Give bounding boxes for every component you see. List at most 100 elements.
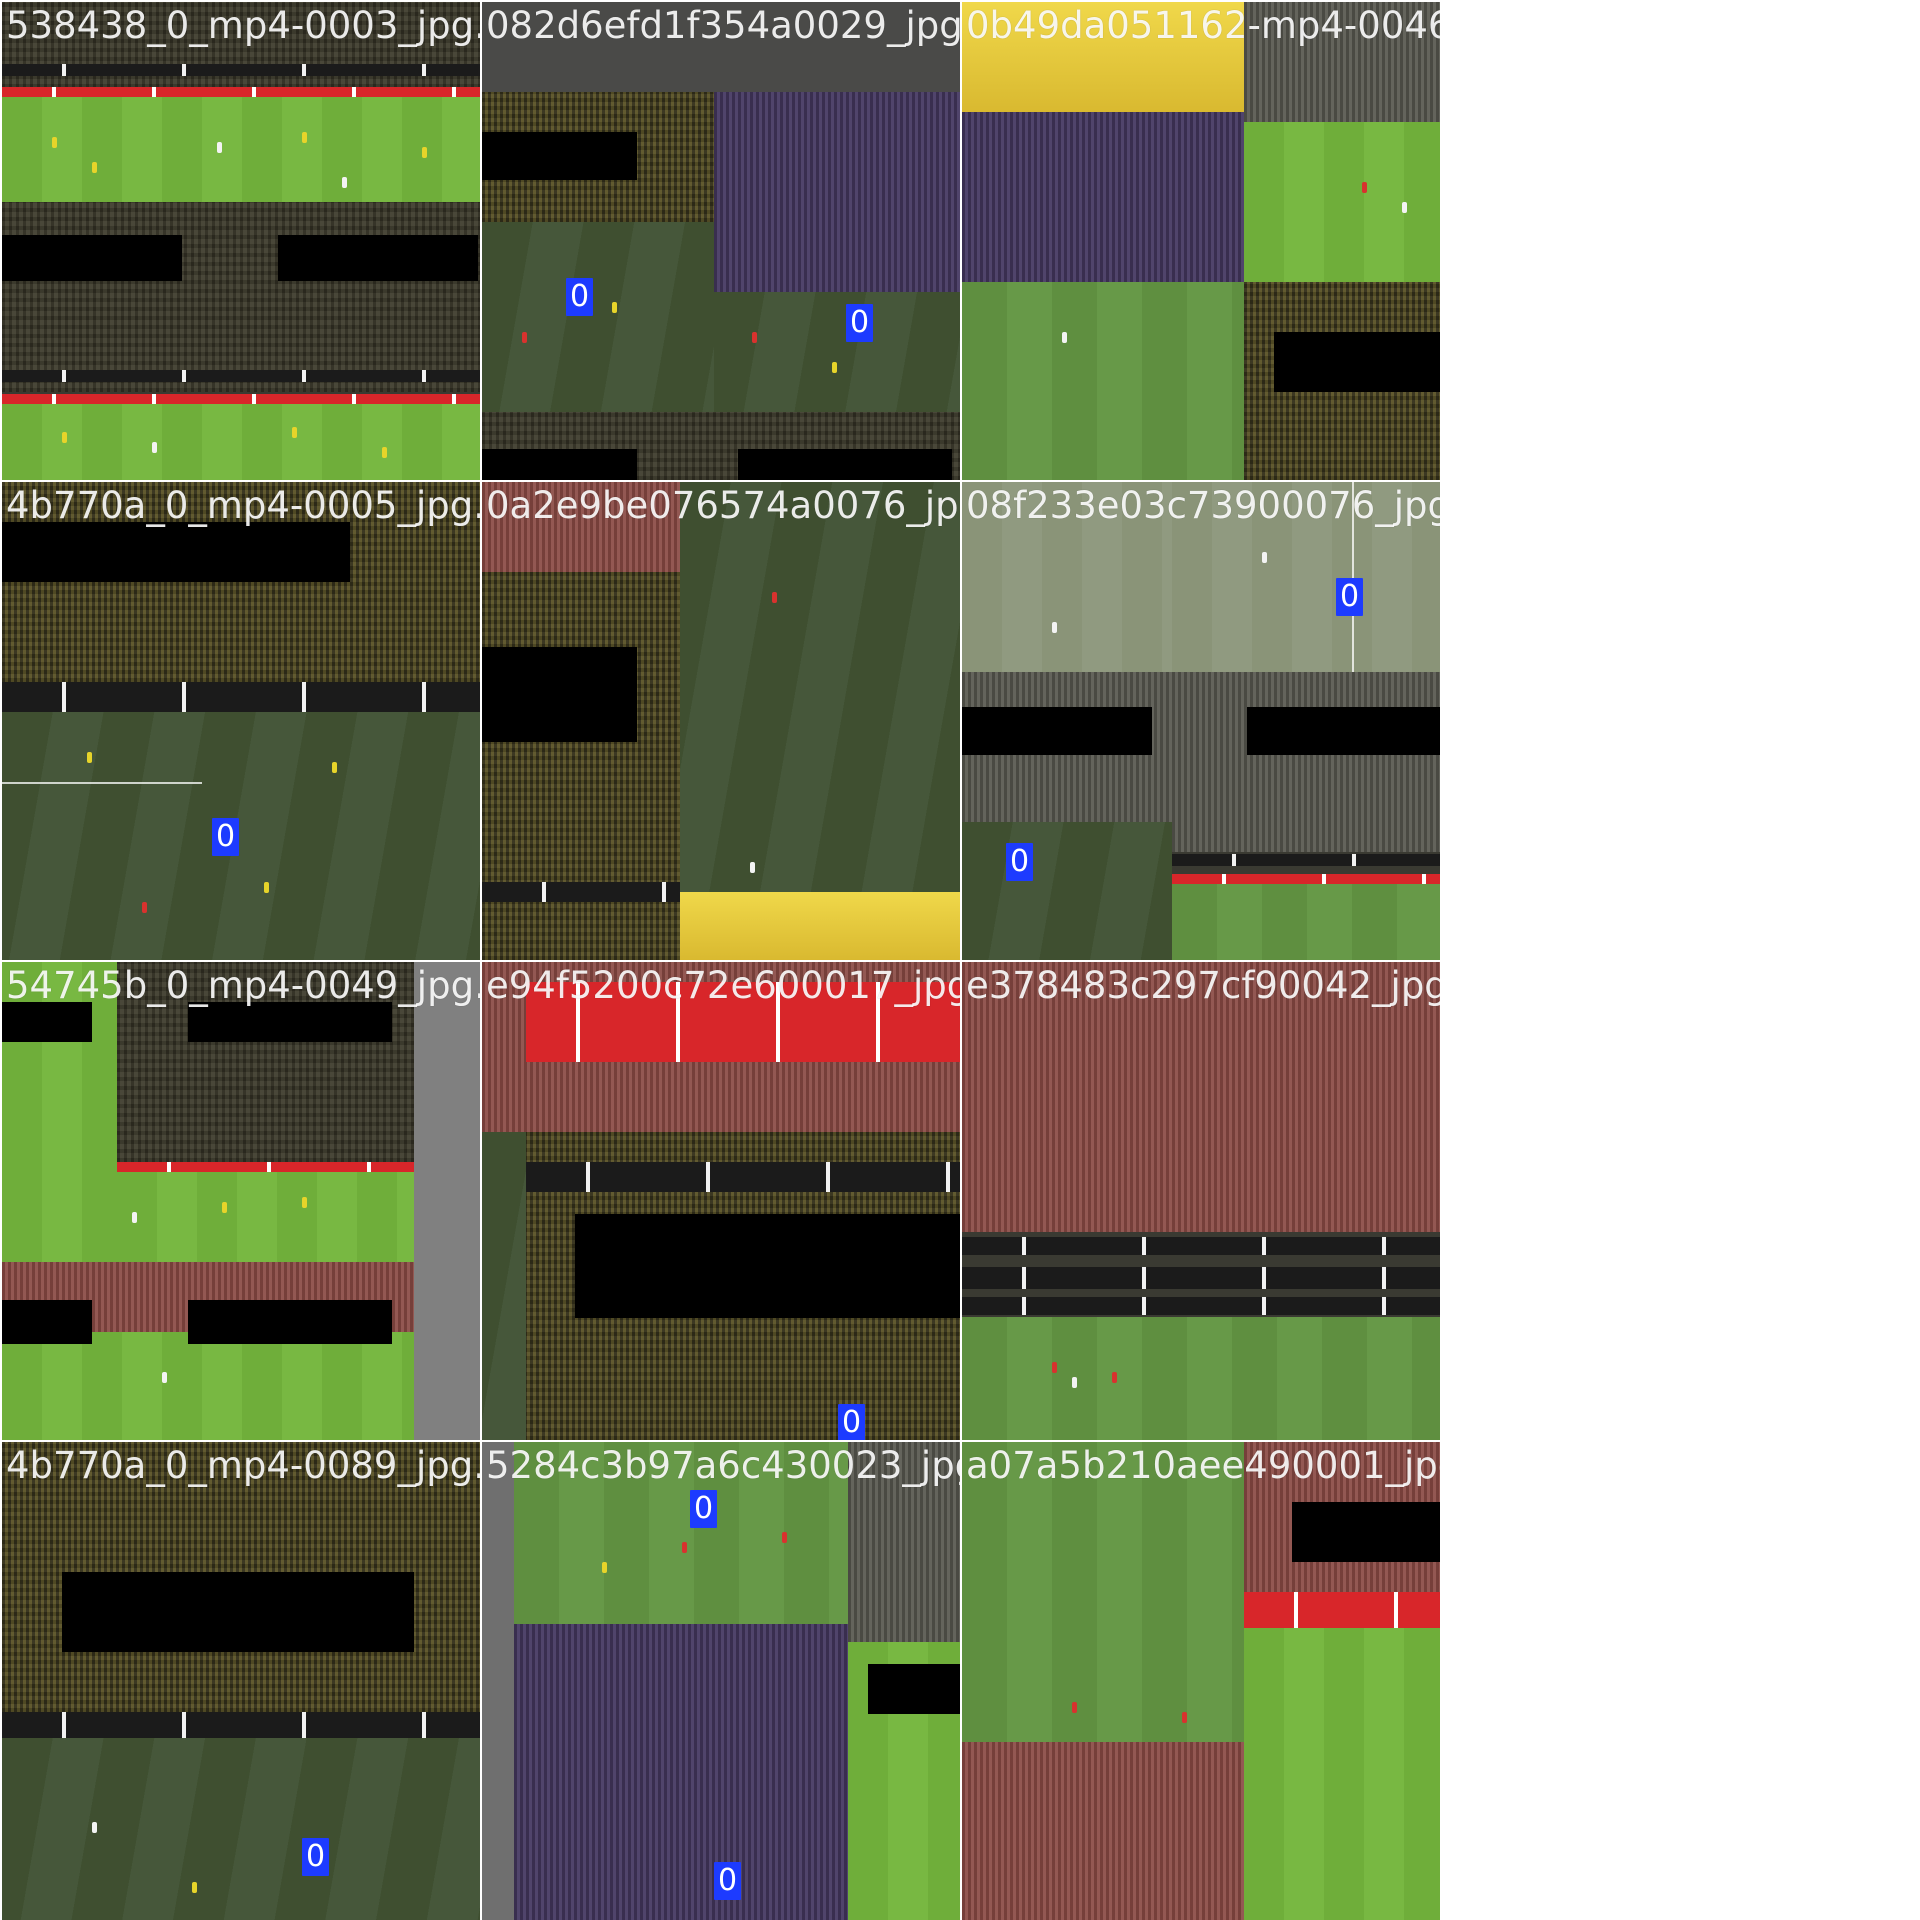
pitch [2, 1332, 414, 1440]
player [750, 862, 755, 873]
ad-board [1172, 854, 1440, 866]
pitch [714, 292, 960, 412]
ad-board [1244, 1592, 1440, 1628]
ad-board [2, 682, 480, 712]
redacted-region [2, 522, 350, 582]
pitch [962, 1317, 1440, 1440]
tile-caption: 54745b_0_mp4-0049_jpg.rf.e94f5200c72e60 [6, 964, 480, 1007]
player [92, 162, 97, 173]
detection-label: 0 [212, 818, 240, 856]
detection-label: 0 [1336, 578, 1364, 616]
player [92, 1822, 97, 1833]
detection-label: 0 [302, 1838, 330, 1876]
pitch [482, 222, 714, 412]
ad-board [962, 1267, 1440, 1289]
pitch [1172, 884, 1440, 960]
ad-board [1172, 874, 1440, 884]
player [832, 362, 837, 373]
redacted-region [1292, 1502, 1440, 1562]
detection-label: 0 [846, 304, 874, 342]
player [752, 332, 757, 343]
ad-board [2, 370, 480, 382]
tile-caption: 4b770a_0_mp4-0005_jpg.rf.0a2e9be076574a2 [6, 484, 480, 527]
tile-caption: 0b49da051162-mp4-0046_jpg.rf.d81715f5127… [966, 4, 1440, 47]
ad-board [2, 64, 480, 76]
padding-region [414, 962, 480, 1440]
pitch [2, 712, 480, 960]
detection-label: 0 [690, 1490, 718, 1528]
pitch [117, 1172, 414, 1262]
ad-board [2, 87, 480, 97]
detection-label: 0 [714, 1862, 742, 1900]
pitch [2, 404, 480, 480]
mosaic-tile-8: 0 e94f5200c72e600017_jpg.rf.e378483c297c… [482, 962, 960, 1440]
ad-board [482, 882, 680, 902]
ad-board [526, 1162, 960, 1192]
mosaic-tile-7: 54745b_0_mp4-0049_jpg.rf.e94f5200c72e60 [2, 962, 480, 1440]
redacted-region [2, 235, 182, 281]
redacted-region [1274, 332, 1440, 392]
player [1052, 1362, 1057, 1373]
pitch [962, 822, 1172, 960]
redacted-region [278, 235, 478, 281]
mosaic-tile-1: 538438_0_mp4-0003_jpg.rf.0a2a95619ef354a [2, 2, 480, 480]
stadium-stands [962, 1742, 1244, 1920]
player [1402, 202, 1407, 213]
ad-board [962, 1237, 1440, 1255]
redacted-region [962, 707, 1152, 755]
pitch [680, 482, 960, 902]
tile-caption: 08f233e03c73900076_jpg.rf.6cb396160f4376… [966, 484, 1440, 527]
redacted-region [482, 132, 637, 180]
tile-caption: 4b770a_0_mp4-0089_jpg.rf.5284c3b97a6c43 [6, 1444, 480, 1487]
tile-caption: 082d6efd1f354a0029_jpg.rf.4b49da051162 [486, 4, 960, 47]
player [1362, 182, 1367, 193]
tile-caption: e94f5200c72e600017_jpg.rf.e378483c297cf9 [486, 964, 960, 1007]
player [382, 447, 387, 458]
mosaic-tile-10: 0 4b770a_0_mp4-0089_jpg.rf.5284c3b97a6c4… [2, 1442, 480, 1920]
mosaic-tile-4: 0 4b770a_0_mp4-0005_jpg.rf.0a2e9be076574… [2, 482, 480, 960]
mosaic-tile-3: 0b49da051162-mp4-0046_jpg.rf.d81715f5127… [962, 2, 1440, 480]
player [772, 592, 777, 603]
tile-caption: 0a2e9be076574a0076_jpg.rf.08f233e03c7390 [486, 484, 960, 527]
detection-label: 0 [566, 278, 594, 316]
player [612, 302, 617, 313]
player [602, 1562, 607, 1573]
redacted-region [482, 449, 637, 480]
player [522, 332, 527, 343]
redacted-region [188, 1300, 392, 1344]
player [222, 1202, 227, 1213]
player [1072, 1702, 1077, 1713]
player [1262, 552, 1267, 563]
tile-caption: a07a5b210aee490001_jpg.rf.3f550b7cf02bc4… [966, 1444, 1440, 1487]
mosaic-tile-11: 0 0 5284c3b97a6c430023_jpg.rf.a07a5b210a… [482, 1442, 960, 1920]
player [332, 762, 337, 773]
pitch [1244, 122, 1440, 282]
redacted-region [868, 1664, 960, 1714]
player [152, 442, 157, 453]
stadium-stands [962, 112, 1244, 282]
stadium-stands [514, 1624, 848, 1920]
ad-board [2, 394, 480, 404]
player [1062, 332, 1067, 343]
redacted-region [575, 1214, 960, 1318]
detection-label: 0 [838, 1404, 866, 1440]
redacted-region [62, 1572, 414, 1652]
mosaic-tile-6: 0 0 08f233e03c73900076_jpg.rf.6cb396160f… [962, 482, 1440, 960]
pitch [1244, 1628, 1440, 1920]
ad-board [117, 1162, 414, 1172]
tile-caption: 5284c3b97a6c430023_jpg.rf.a07a5b210aee49 [486, 1444, 960, 1487]
pitch [2, 97, 480, 202]
player [292, 427, 297, 438]
pitch [2, 1738, 480, 1920]
player [62, 432, 67, 443]
redacted-region [738, 449, 952, 480]
player [1182, 1712, 1187, 1723]
player [162, 1372, 167, 1383]
mosaic-tile-9: e378483c297cf90042_jpg.rf.4c00cc51b3b72a… [962, 962, 1440, 1440]
player [264, 882, 269, 893]
player [302, 1197, 307, 1208]
player [1072, 1377, 1077, 1388]
redacted-region [2, 1300, 92, 1344]
mosaic-tile-5: 0a2e9be076574a0076_jpg.rf.08f233e03c7390 [482, 482, 960, 960]
player [342, 177, 347, 188]
